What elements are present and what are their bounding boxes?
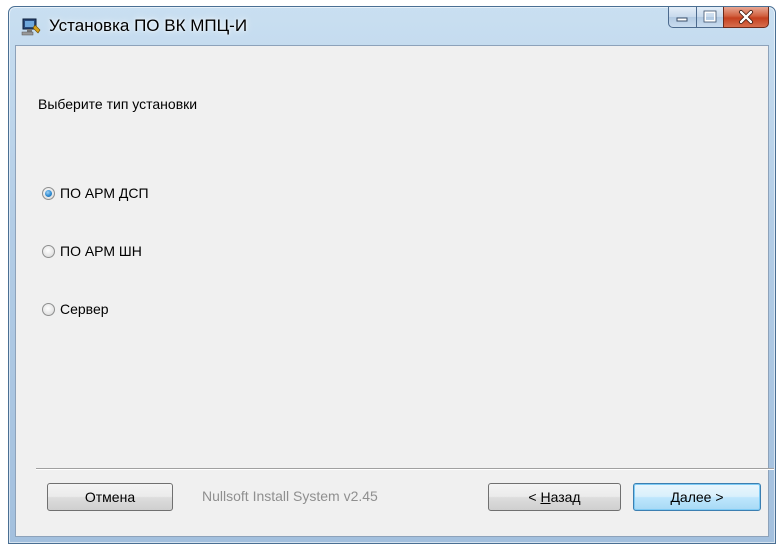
maximize-button[interactable] <box>696 7 723 28</box>
window-title: Установка ПО ВК МПЦ-И <box>49 16 248 35</box>
dialog-content: Выберите тип установки ПО АРМ ДСП ПО АРМ… <box>15 45 769 537</box>
back-label-prefix: < <box>528 489 541 505</box>
minimize-button[interactable] <box>668 7 696 28</box>
radio-unchecked-icon[interactable] <box>42 302 55 316</box>
radio-checked-icon[interactable] <box>42 186 55 200</box>
nsis-branding: Nullsoft Install System v2.45 <box>202 488 378 504</box>
option-label: ПО АРМ ШН <box>60 243 142 259</box>
page-heading: Выберите тип установки <box>38 96 198 112</box>
minimize-icon <box>676 17 688 22</box>
maximize-icon <box>703 10 717 23</box>
option-label: Сервер <box>60 301 109 317</box>
next-button[interactable]: Далее > <box>633 483 761 511</box>
close-button[interactable] <box>723 7 769 28</box>
back-label-mnemonic: Н <box>540 489 551 505</box>
next-label: Далее > <box>670 489 724 505</box>
option-server[interactable]: Сервер <box>42 301 109 317</box>
cancel-label: Отмена <box>84 489 136 505</box>
installer-window: Установка ПО ВК МПЦ-И Выберите тип устан… <box>8 6 776 544</box>
footer-divider <box>36 468 774 470</box>
installer-app-icon <box>21 16 41 36</box>
option-arm-dsp[interactable]: ПО АРМ ДСП <box>42 185 149 201</box>
back-button[interactable]: < Назад <box>488 483 621 511</box>
title-bar[interactable]: Установка ПО ВК МПЦ-И <box>9 7 775 45</box>
back-label: < Назад <box>528 489 580 505</box>
back-label-rest: азад <box>550 489 581 505</box>
caption-buttons <box>668 7 769 29</box>
radio-unchecked-icon[interactable] <box>42 244 55 258</box>
option-arm-shn[interactable]: ПО АРМ ШН <box>42 243 142 259</box>
close-icon <box>739 10 753 24</box>
option-label: ПО АРМ ДСП <box>60 185 149 201</box>
cancel-button[interactable]: Отмена <box>47 483 173 511</box>
